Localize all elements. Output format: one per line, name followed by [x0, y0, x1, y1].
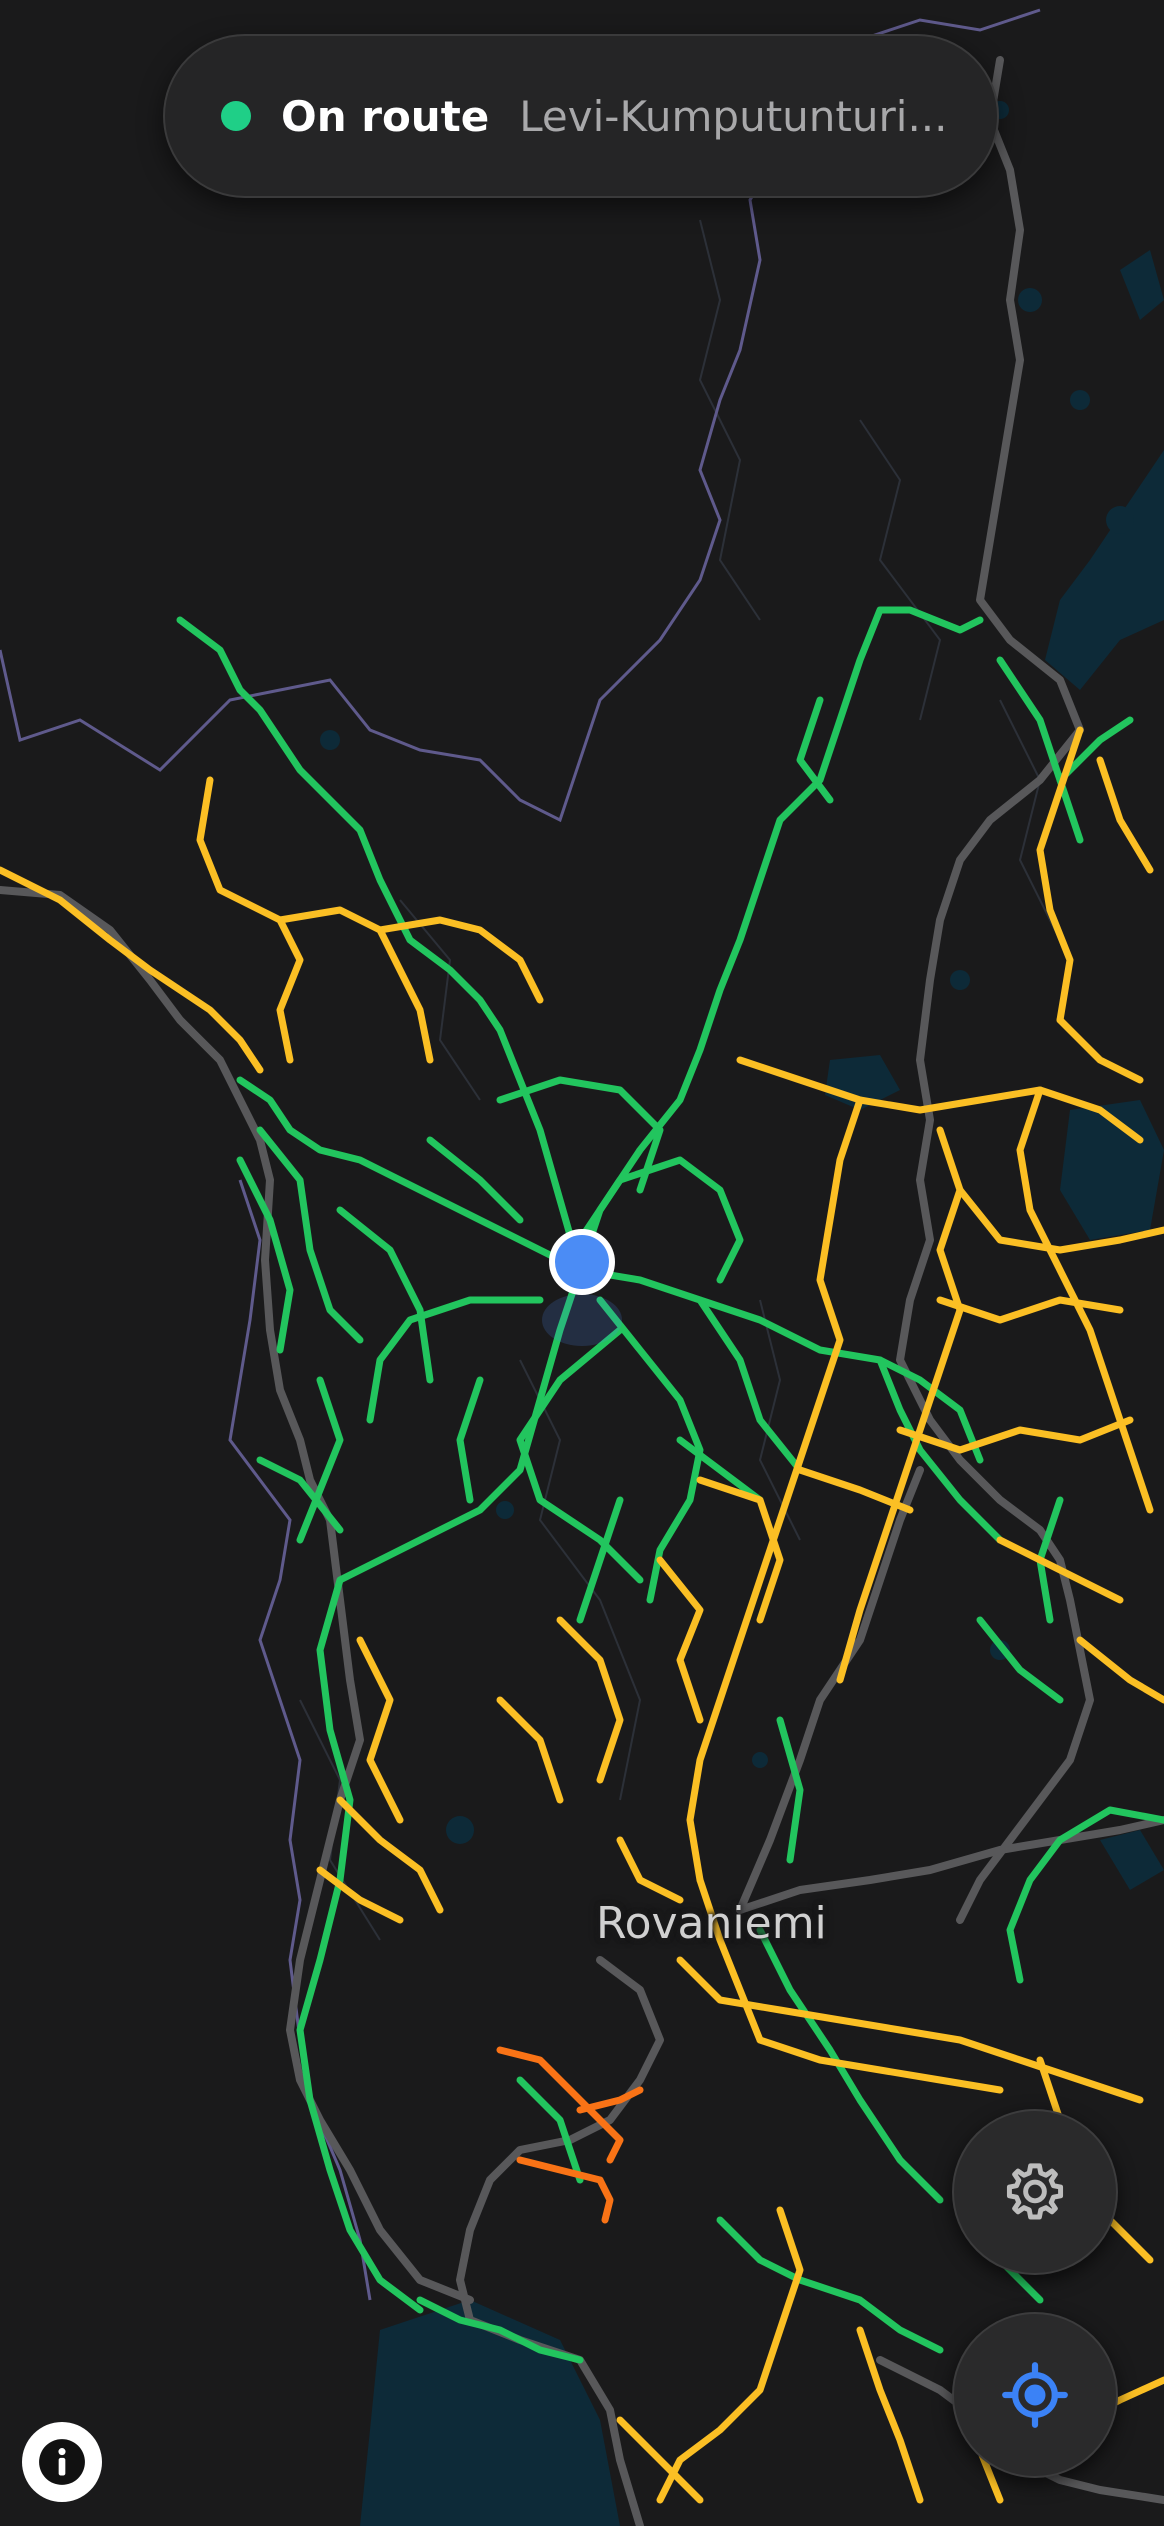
info-icon [39, 2439, 85, 2485]
crosshair-icon [1002, 2362, 1068, 2428]
route-name: Levi-Kumputunturi... [519, 91, 948, 141]
route-status-pill[interactable]: On route Levi-Kumputunturi... [163, 34, 999, 198]
settings-button[interactable] [952, 2109, 1118, 2275]
status-label: On route [281, 91, 490, 141]
map-info-button[interactable] [22, 2422, 102, 2502]
status-indicator-dot [221, 101, 251, 131]
gear-icon [1006, 2163, 1064, 2220]
place-label-rovaniemi: Rovaniemi [596, 1898, 827, 1949]
locate-me-button[interactable] [952, 2312, 1118, 2478]
